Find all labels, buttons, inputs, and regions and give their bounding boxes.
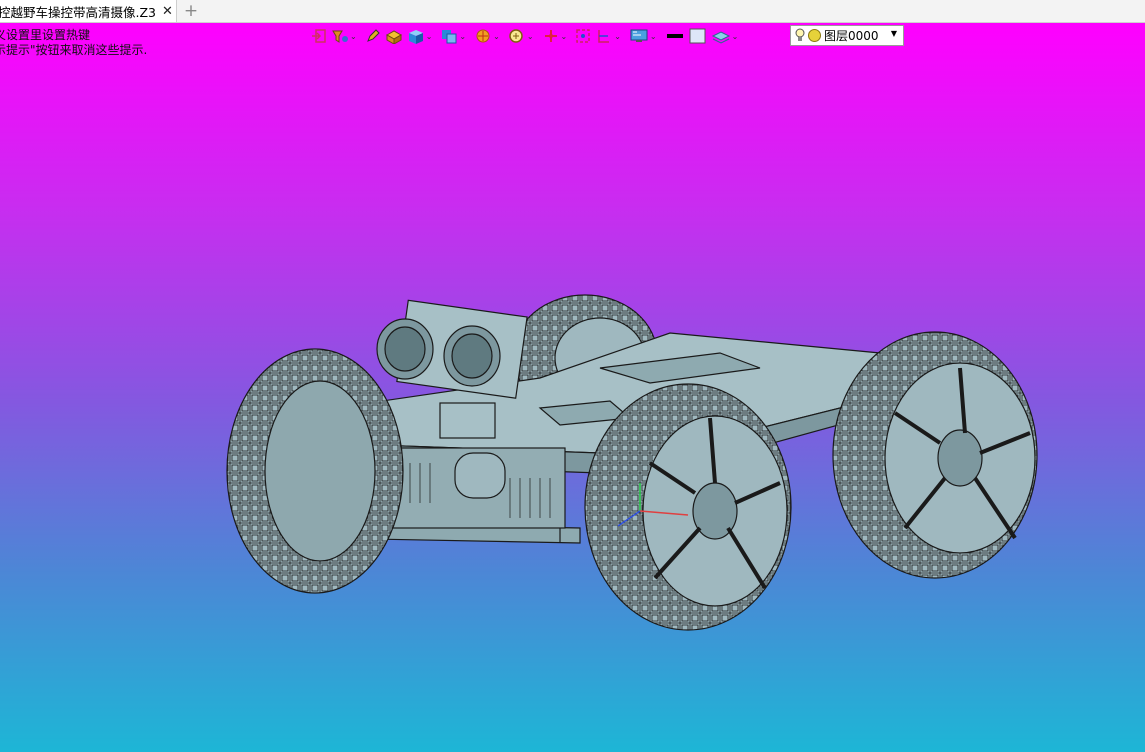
close-icon[interactable]: ✕: [162, 4, 173, 19]
rover-model: [226, 294, 1038, 631]
wheel-front-left: [226, 348, 404, 594]
document-tab[interactable]: 控越野车操控带高清摄像.Z3 ✕: [0, 0, 177, 22]
document-tab-title: 控越野车操控带高清摄像.Z3: [0, 4, 156, 20]
new-tab-button[interactable]: +: [182, 1, 200, 21]
wheel-rear-right: [832, 331, 1038, 579]
3d-viewport[interactable]: 义设置里设置热键 示提示"按钮来取消这些提示. ⌄ ⌄ ⌄ ⌄ ⌄ ⌄ ⌄ ⌄ …: [0, 23, 1145, 752]
tab-bar: 控越野车操控带高清摄像.Z3 ✕ +: [0, 0, 1145, 23]
wheel-front-right: [584, 383, 792, 631]
